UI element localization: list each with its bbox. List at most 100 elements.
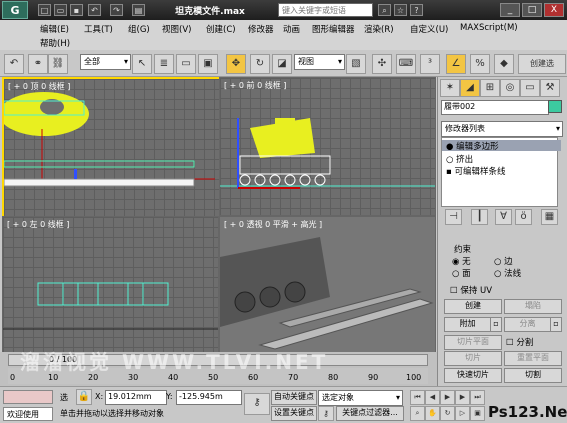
maxscript-listener[interactable] <box>3 390 53 404</box>
select-object-icon[interactable]: ↖ <box>132 54 152 74</box>
menu-edit[interactable]: 编辑(E) <box>40 23 69 35</box>
key-filter-dropdown[interactable]: 选定对象 ▾ <box>318 390 403 406</box>
window-crossing-icon[interactable]: ▣ <box>198 54 218 74</box>
undo-icon[interactable]: ↶ <box>4 54 24 74</box>
detach-settings-button[interactable]: ▫ <box>550 317 562 332</box>
modify-tab-icon[interactable]: ◢ <box>460 79 480 97</box>
key-mode-icon[interactable]: ⚷ <box>244 393 270 415</box>
stack-item-edit-poly[interactable]: ● 编辑多边形 <box>442 140 561 152</box>
reference-coord-dropdown[interactable]: 视图 ▾ <box>294 54 345 70</box>
manipulate-icon[interactable]: ✣ <box>372 54 392 74</box>
keyboard-shortcut-icon[interactable]: ⌨ <box>396 54 416 74</box>
cut-button[interactable]: 切割 <box>504 368 562 383</box>
stack-item-editable-spline[interactable]: ▪ 可编辑样条线 <box>446 165 505 177</box>
prev-frame-icon[interactable]: ◀ <box>425 390 440 405</box>
viewport-front[interactable]: [ + 0 前 0 线框 ] <box>219 77 436 216</box>
set-key-icon[interactable]: ⚷ <box>318 406 334 421</box>
select-move-icon[interactable]: ✥ <box>226 54 246 74</box>
menu-create[interactable]: 创建(C) <box>206 23 236 35</box>
radio-normal[interactable]: ○ 法线 <box>494 267 521 279</box>
key-filters-button[interactable]: 关键点过滤器... <box>336 406 404 421</box>
x-coordinate-field[interactable]: 19.012mm <box>105 390 167 405</box>
snap-3d-icon[interactable]: ³ <box>420 54 440 74</box>
preserve-uv-checkbox[interactable]: ☐ 保持 UV <box>450 284 492 296</box>
auto-key-button[interactable]: 自动关键点 <box>271 390 317 405</box>
select-link-icon[interactable]: ⚭ <box>28 54 48 74</box>
named-selection-icon[interactable]: 创建选 <box>518 54 566 74</box>
percent-snap-icon[interactable]: % <box>470 54 490 74</box>
slice-plane-button[interactable]: 切片平面 <box>444 335 502 350</box>
modifier-list-dropdown[interactable]: 修改器列表 ▾ <box>441 121 563 137</box>
attach-button[interactable]: 附加 <box>444 317 491 332</box>
collapse-button[interactable]: 塌陷 <box>504 299 562 314</box>
pin-stack-icon[interactable]: ⊣ <box>445 209 462 225</box>
unlink-icon[interactable]: ⛓ <box>48 54 68 74</box>
project-folder-icon[interactable]: ▤ <box>132 4 145 16</box>
make-unique-icon[interactable]: ∀ <box>495 209 512 225</box>
detach-button[interactable]: 分离 <box>504 317 551 332</box>
new-file-icon[interactable]: □ <box>38 4 51 16</box>
radio-face[interactable]: ○ 面 <box>452 267 471 279</box>
menu-maxscript[interactable]: MAXScript(M) <box>460 23 518 33</box>
object-name-field[interactable]: 履带002 <box>441 100 549 115</box>
selection-filter-dropdown[interactable]: 全部 ▾ <box>80 54 131 70</box>
radio-none[interactable]: ◉ 无 <box>452 255 471 267</box>
play-icon[interactable]: ▶ <box>440 390 455 405</box>
help-icon[interactable]: ? <box>410 4 423 16</box>
menu-customize[interactable]: 自定义(U) <box>410 23 448 35</box>
undo-icon[interactable]: ↶ <box>88 4 101 16</box>
open-file-icon[interactable]: ▭ <box>54 4 67 16</box>
redo-icon[interactable]: ↷ <box>110 4 123 16</box>
expand-icon[interactable]: ▪ <box>446 167 452 177</box>
angle-snap-icon[interactable]: ∠ <box>446 54 466 74</box>
object-color-swatch[interactable] <box>548 100 562 113</box>
lock-selection-icon[interactable]: 🔒 <box>76 389 92 405</box>
lightbulb-icon[interactable]: ○ <box>446 155 453 165</box>
slice-button[interactable]: 切片 <box>444 351 502 366</box>
set-key-button[interactable]: 设置关键点 <box>271 406 317 421</box>
stack-item-extrude[interactable]: ○ 挤出 <box>446 153 473 165</box>
menu-graph-editors[interactable]: 图形编辑器 <box>312 23 355 35</box>
field-of-view-icon[interactable]: ▷ <box>455 406 470 421</box>
search-icon[interactable]: ⌕ <box>378 4 391 16</box>
attach-list-button[interactable]: ▫ <box>490 317 502 332</box>
goto-end-icon[interactable]: ⏭ <box>470 390 485 405</box>
motion-tab-icon[interactable]: ◎ <box>500 79 520 97</box>
create-tab-icon[interactable]: ✶ <box>440 79 460 97</box>
viewport-left[interactable]: [ + 0 左 0 线框 ] <box>2 216 219 354</box>
maximize-viewport-icon[interactable]: ▣ <box>470 406 485 421</box>
lightbulb-icon[interactable]: ● <box>446 142 453 152</box>
minimize-button[interactable]: _ <box>500 3 520 17</box>
spinner-snap-icon[interactable]: ◆ <box>494 54 514 74</box>
save-file-icon[interactable]: ▪ <box>70 4 83 16</box>
menu-help[interactable]: 帮助(H) <box>40 37 70 49</box>
remove-modifier-icon[interactable]: ö <box>515 209 532 225</box>
menu-views[interactable]: 视图(V) <box>162 23 191 35</box>
zoom-icon[interactable]: ⌕ <box>410 406 425 421</box>
menu-tools[interactable]: 工具(T) <box>84 23 113 35</box>
select-scale-icon[interactable]: ◪ <box>272 54 292 74</box>
split-checkbox[interactable]: ☐ 分割 <box>506 336 533 348</box>
y-coordinate-field[interactable]: -125.945m <box>176 390 242 405</box>
rect-selection-icon[interactable]: ▭ <box>176 54 196 74</box>
goto-start-icon[interactable]: ⏮ <box>410 390 425 405</box>
display-tab-icon[interactable]: ▭ <box>520 79 540 97</box>
hierarchy-tab-icon[interactable]: ⊞ <box>480 79 500 97</box>
star-icon[interactable]: ☆ <box>394 4 407 16</box>
menu-group[interactable]: 组(G) <box>128 23 150 35</box>
pan-icon[interactable]: ✋ <box>425 406 440 421</box>
utilities-tab-icon[interactable]: ⚒ <box>540 79 560 97</box>
menu-animation[interactable]: 动画 <box>283 23 300 35</box>
app-logo-icon[interactable]: G <box>2 1 28 19</box>
close-button[interactable]: X <box>544 3 564 17</box>
orbit-icon[interactable]: ↻ <box>440 406 455 421</box>
quickslice-button[interactable]: 快速切片 <box>444 368 502 383</box>
search-input[interactable]: 键入关键字或短语 <box>278 3 373 17</box>
show-end-result-icon[interactable]: ┃ <box>471 209 488 225</box>
create-button[interactable]: 创建 <box>444 299 502 314</box>
reset-plane-button[interactable]: 重置平面 <box>504 351 562 366</box>
menu-rendering[interactable]: 渲染(R) <box>364 23 394 35</box>
configure-sets-icon[interactable]: ▦ <box>541 209 558 225</box>
next-frame-icon[interactable]: ▶ <box>455 390 470 405</box>
maximize-button[interactable]: □ <box>522 3 542 17</box>
